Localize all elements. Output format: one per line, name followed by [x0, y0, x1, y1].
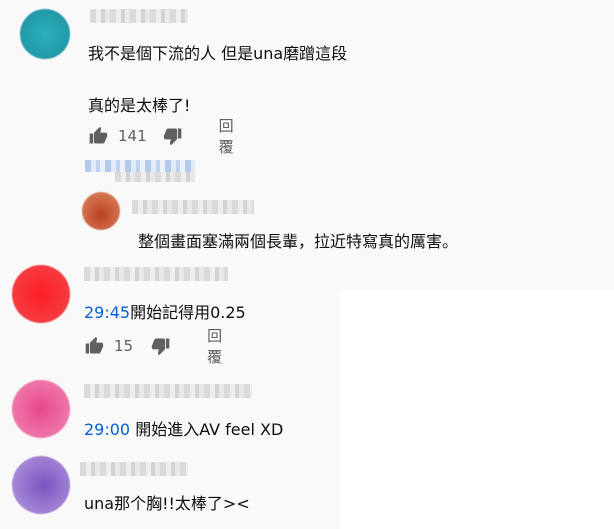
comment-text: 29:45開始記得用0.25 [84, 299, 246, 323]
avatar[interactable] [12, 456, 70, 514]
reply-button[interactable]: 回覆 [207, 325, 222, 367]
avatar[interactable] [12, 265, 70, 323]
like-icon[interactable] [84, 336, 104, 356]
comment-text-line2: 真的是太棒了! [88, 96, 191, 115]
avatar[interactable] [20, 9, 70, 59]
like-count: 141 [118, 127, 147, 145]
avatar[interactable] [82, 192, 120, 230]
like-count: 15 [114, 337, 134, 355]
view-replies-blurred[interactable] [85, 160, 195, 172]
author-name-blurred[interactable] [84, 267, 228, 281]
comment-body: 開始記得用0.25 [130, 303, 246, 322]
comment-text: 29:00 開始進入AV feel XD [84, 416, 283, 440]
avatar[interactable] [12, 380, 70, 438]
dislike-icon[interactable] [151, 336, 171, 356]
comment-actions: 15 回覆 [84, 327, 222, 366]
dislike-icon[interactable] [163, 126, 183, 146]
timestamp-link[interactable]: 29:00 [84, 420, 130, 439]
comment-text: una那个胸!!太棒了>< [84, 494, 250, 513]
author-name-blurred[interactable] [132, 200, 254, 214]
reply-button[interactable]: 回覆 [219, 115, 234, 157]
author-name-blurred[interactable] [84, 384, 252, 398]
like-icon[interactable] [88, 126, 108, 146]
comment-body: 開始進入AV feel XD [130, 420, 284, 439]
comment-actions: 141 回覆 [88, 117, 234, 156]
comment-text-line1: 我不是個下流的人 但是una磨蹭這段 [88, 44, 348, 63]
comment-text: 整個畫面塞滿兩個長輩，拉近特寫真的厲害。 [138, 232, 459, 251]
author-name-blurred[interactable] [80, 462, 188, 476]
view-replies-blurred-2[interactable] [115, 172, 195, 182]
author-name-blurred[interactable] [90, 9, 188, 23]
background-panel [340, 290, 614, 529]
timestamp-link[interactable]: 29:45 [84, 303, 130, 322]
